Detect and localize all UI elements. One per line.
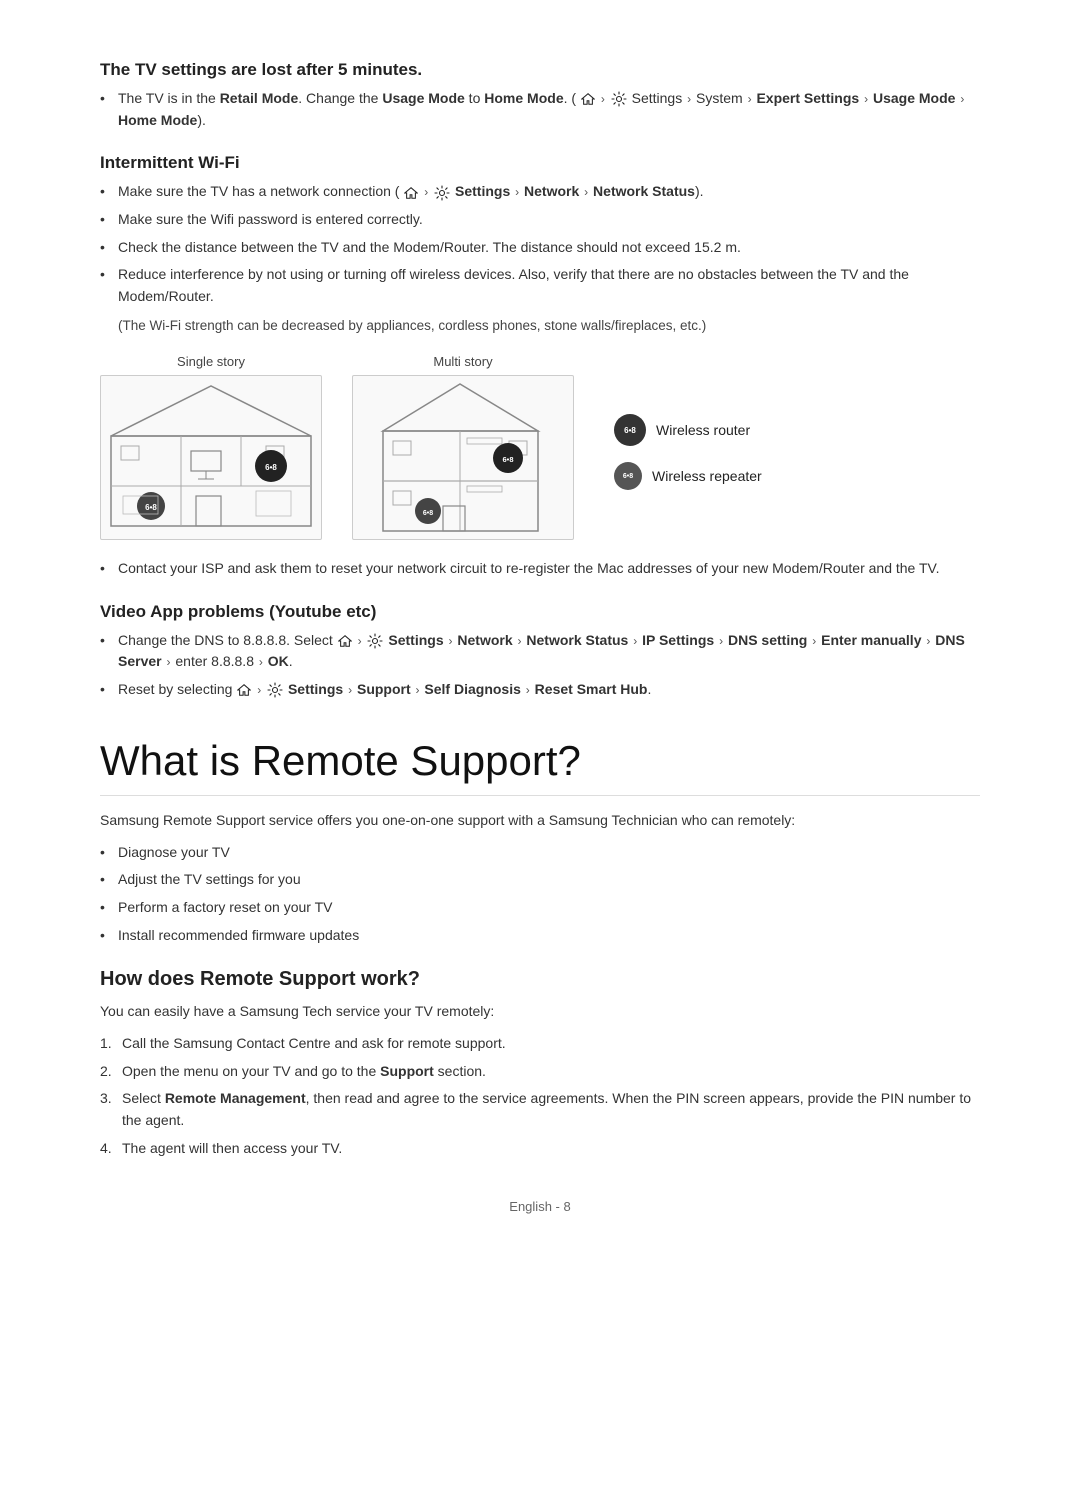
footer: English - 8 (100, 1199, 980, 1214)
tv-settings-list: The TV is in the Retail Mode. Change the… (100, 88, 980, 131)
diagram-row: Single story (100, 354, 980, 540)
video-app-list: Change the DNS to 8.8.8.8. Select › Sett… (100, 630, 980, 701)
video-app-item-1: Change the DNS to 8.8.8.8. Select › Sett… (100, 630, 980, 673)
usage-mode-text2: Usage Mode (873, 90, 955, 106)
gear-icon-2 (434, 185, 450, 201)
legend-col: 6•8 Wireless router 6•8 Wireless repeate… (614, 414, 762, 490)
wifi-item-2: Make sure the Wifi password is entered c… (100, 209, 980, 231)
remote-support-item-1: Diagnose your TV (100, 842, 980, 864)
retail-mode-text: Retail Mode (220, 90, 299, 106)
remote-support-title: What is Remote Support? (100, 737, 980, 796)
single-story-label: Single story (177, 354, 245, 369)
home-mode-text2: Home Mode (118, 112, 197, 128)
wifi-list: Make sure the TV has a network connectio… (100, 181, 980, 307)
wifi-contact-list: Contact your ISP and ask them to reset y… (100, 558, 980, 580)
remote-support-item-3: Perform a factory reset on your TV (100, 897, 980, 919)
how-remote-step-3: Select Remote Management, then read and … (100, 1088, 980, 1131)
svg-text:6•8: 6•8 (265, 463, 277, 472)
home-icon-2 (404, 186, 418, 200)
footer-text: English - 8 (509, 1199, 570, 1214)
video-app-section: Video App problems (Youtube etc) Change … (100, 602, 980, 701)
how-remote-steps: Call the Samsung Contact Centre and ask … (100, 1033, 980, 1159)
wifi-item-3: Check the distance between the TV and th… (100, 237, 980, 259)
tv-settings-section: The TV settings are lost after 5 minutes… (100, 60, 980, 131)
how-remote-intro: You can easily have a Samsung Tech servi… (100, 1001, 980, 1023)
home-icon (581, 92, 595, 106)
legend-router: 6•8 Wireless router (614, 414, 762, 446)
svg-text:6•8: 6•8 (503, 455, 514, 464)
remote-support-item-4: Install recommended firmware updates (100, 925, 980, 947)
gear-icon-3 (367, 633, 383, 649)
wifi-contact-item: Contact your ISP and ask them to reset y… (100, 558, 980, 580)
multi-story-diagram: 6•8 6•8 (352, 375, 574, 540)
home-mode-text: Home Mode (484, 90, 563, 106)
network-label-1: Network (524, 183, 579, 199)
expert-settings-text: Expert Settings (756, 90, 859, 106)
repeater-icon: 6•8 (614, 462, 642, 490)
remote-support-section: What is Remote Support? Samsung Remote S… (100, 737, 980, 946)
remote-support-list: Diagnose your TV Adjust the TV settings … (100, 842, 980, 947)
how-remote-title: How does Remote Support work? (100, 968, 980, 991)
how-remote-step-2: Open the menu on your TV and go to the S… (100, 1061, 980, 1083)
video-app-item-2: Reset by selecting › Settings › Support … (100, 679, 980, 701)
home-icon-3 (338, 634, 352, 648)
remote-support-intro: Samsung Remote Support service offers yo… (100, 810, 980, 832)
wifi-note: (The Wi-Fi strength can be decreased by … (118, 316, 980, 336)
legend-repeater: 6•8 Wireless repeater (614, 462, 762, 490)
tv-settings-title: The TV settings are lost after 5 minutes… (100, 60, 980, 80)
multi-story-col: Multi story (352, 354, 574, 540)
wifi-title: Intermittent Wi-Fi (100, 153, 980, 173)
home-icon-4 (237, 683, 251, 697)
how-remote-section: How does Remote Support work? You can ea… (100, 968, 980, 1159)
wifi-item-4: Reduce interference by not using or turn… (100, 264, 980, 307)
network-status-label-1: Network Status (593, 183, 695, 199)
gear-icon-4 (267, 682, 283, 698)
svg-text:6•8: 6•8 (423, 510, 433, 517)
settings-label-1: Settings (455, 183, 510, 199)
single-story-col: Single story (100, 354, 322, 540)
wifi-section: Intermittent Wi-Fi Make sure the TV has … (100, 153, 980, 579)
video-app-title: Video App problems (Youtube etc) (100, 602, 980, 622)
remote-support-item-2: Adjust the TV settings for you (100, 869, 980, 891)
single-story-diagram: 6•8 6•8 (100, 375, 322, 540)
tv-settings-item-1: The TV is in the Retail Mode. Change the… (100, 88, 980, 131)
how-remote-step-1: Call the Samsung Contact Centre and ask … (100, 1033, 980, 1055)
usage-mode-text: Usage Mode (382, 90, 464, 106)
router-icon: 6•8 (614, 414, 646, 446)
svg-text:6•8: 6•8 (145, 503, 157, 512)
repeater-label: Wireless repeater (652, 468, 762, 484)
how-remote-step-4: The agent will then access your TV. (100, 1138, 980, 1160)
router-label: Wireless router (656, 422, 750, 438)
multi-story-label: Multi story (433, 354, 492, 369)
wifi-item-1: Make sure the TV has a network connectio… (100, 181, 980, 203)
gear-icon-1 (611, 91, 627, 107)
